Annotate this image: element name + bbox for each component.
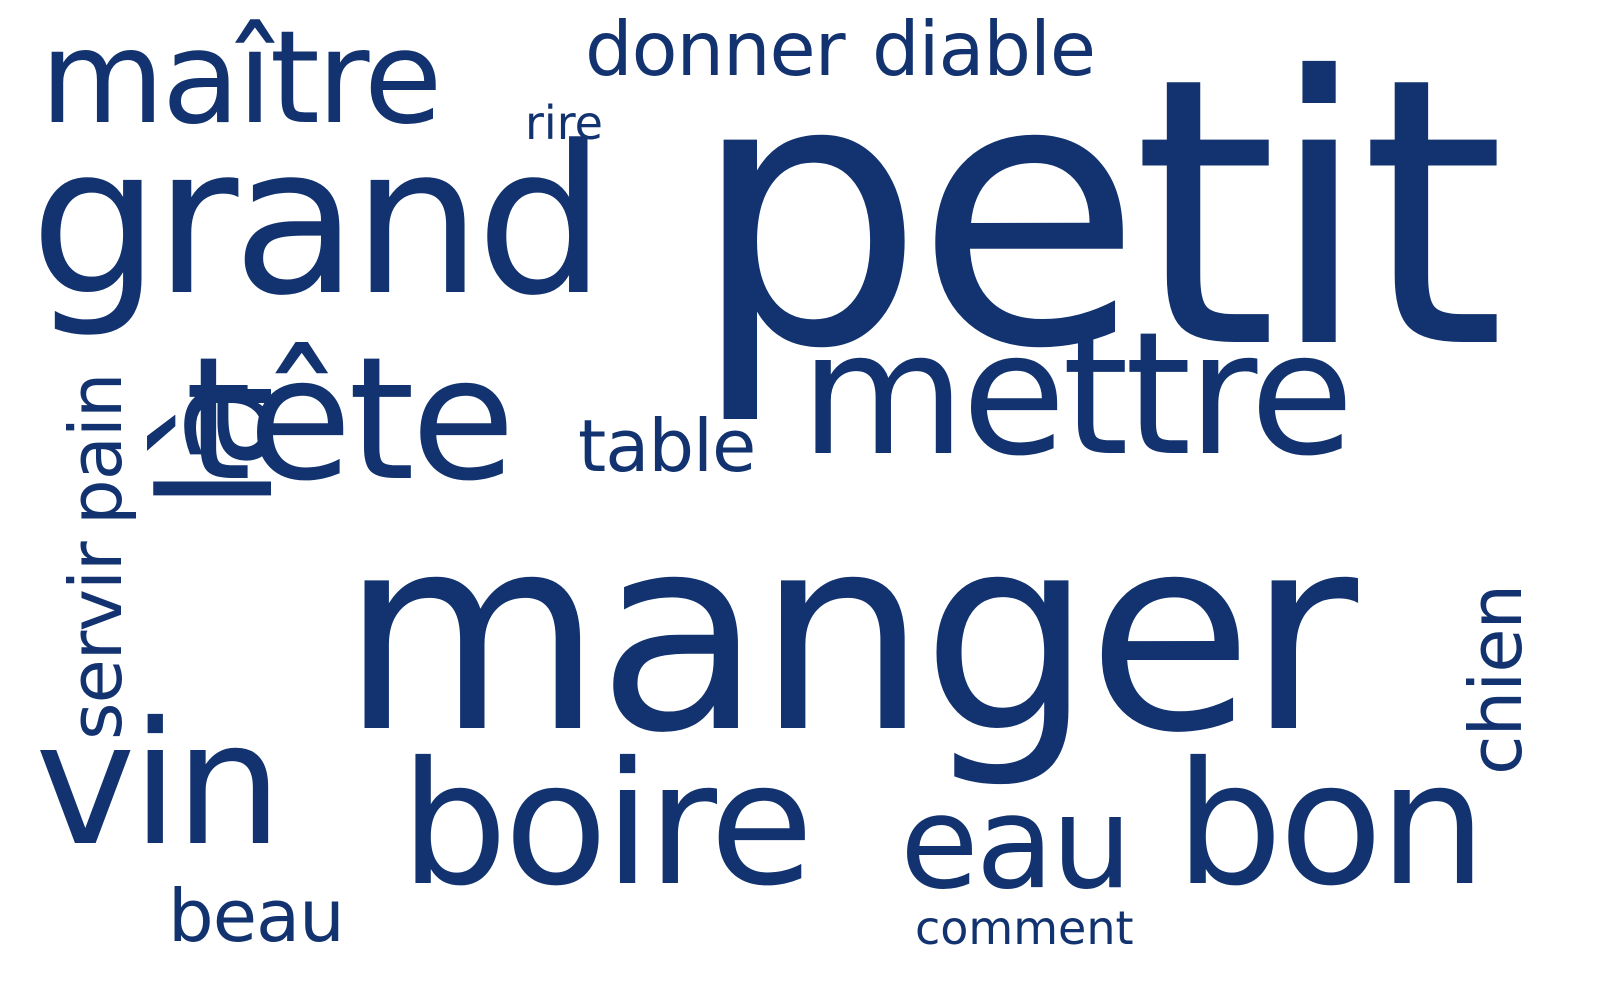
word-comment: comment xyxy=(915,901,1134,955)
word-bon: bon xyxy=(1175,726,1487,924)
word-chien: chien xyxy=(1454,584,1538,775)
word-boire: boire xyxy=(400,726,814,924)
word-diable: diable xyxy=(872,5,1096,93)
word-beau: beau xyxy=(168,874,345,958)
word-eau: eau xyxy=(900,769,1132,918)
word-pain: pain xyxy=(54,373,138,525)
word-servir: servir xyxy=(54,542,138,740)
word-maitre: maître xyxy=(40,4,442,153)
word-rire: rire xyxy=(525,96,603,150)
word-cloud: petit manger grand mettre tête boire vin… xyxy=(0,0,1600,1000)
word-la: là xyxy=(127,377,308,510)
word-donner: donner xyxy=(585,5,846,93)
word-table: table xyxy=(578,404,756,488)
word-mettre: mettre xyxy=(800,296,1354,494)
